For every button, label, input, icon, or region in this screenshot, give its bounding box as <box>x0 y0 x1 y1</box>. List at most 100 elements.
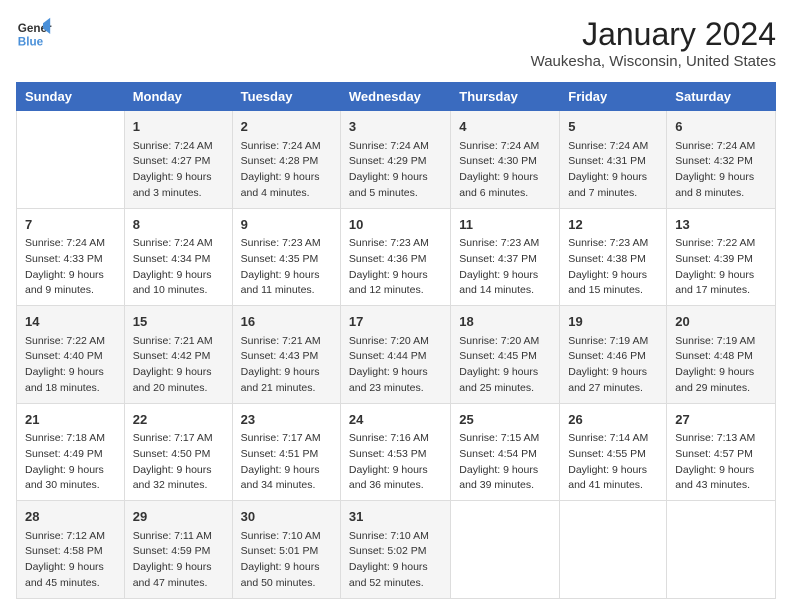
cell-content: Sunrise: 7:21 AM Sunset: 4:43 PM Dayligh… <box>241 334 332 397</box>
cell-content: Sunrise: 7:10 AM Sunset: 5:01 PM Dayligh… <box>241 529 332 592</box>
cell-content: Sunrise: 7:18 AM Sunset: 4:49 PM Dayligh… <box>25 431 116 494</box>
header-tuesday: Tuesday <box>232 83 340 111</box>
cell-content: Sunrise: 7:13 AM Sunset: 4:57 PM Dayligh… <box>675 431 767 494</box>
cell-content: Sunrise: 7:20 AM Sunset: 4:44 PM Dayligh… <box>349 334 442 397</box>
cell-content: Sunrise: 7:23 AM Sunset: 4:37 PM Dayligh… <box>459 236 551 299</box>
calendar-cell: 9Sunrise: 7:23 AM Sunset: 4:35 PM Daylig… <box>232 208 340 306</box>
logo-icon: General Blue <box>16 16 52 52</box>
day-number: 8 <box>133 215 224 235</box>
cell-content: Sunrise: 7:14 AM Sunset: 4:55 PM Dayligh… <box>568 431 658 494</box>
cell-content: Sunrise: 7:19 AM Sunset: 4:48 PM Dayligh… <box>675 334 767 397</box>
calendar-cell: 21Sunrise: 7:18 AM Sunset: 4:49 PM Dayli… <box>17 403 125 501</box>
day-number: 31 <box>349 507 442 527</box>
cell-content: Sunrise: 7:11 AM Sunset: 4:59 PM Dayligh… <box>133 529 224 592</box>
header-saturday: Saturday <box>667 83 776 111</box>
calendar-cell: 1Sunrise: 7:24 AM Sunset: 4:27 PM Daylig… <box>124 111 232 209</box>
calendar-cell: 28Sunrise: 7:12 AM Sunset: 4:58 PM Dayli… <box>17 501 125 599</box>
calendar-cell: 27Sunrise: 7:13 AM Sunset: 4:57 PM Dayli… <box>667 403 776 501</box>
day-number: 22 <box>133 410 224 430</box>
calendar-cell <box>451 501 560 599</box>
day-number: 9 <box>241 215 332 235</box>
calendar-cell <box>17 111 125 209</box>
day-number: 28 <box>25 507 116 527</box>
calendar-table: SundayMondayTuesdayWednesdayThursdayFrid… <box>16 82 776 599</box>
day-number: 1 <box>133 117 224 137</box>
day-number: 20 <box>675 312 767 332</box>
calendar-week-row: 21Sunrise: 7:18 AM Sunset: 4:49 PM Dayli… <box>17 403 776 501</box>
day-number: 10 <box>349 215 442 235</box>
day-number: 6 <box>675 117 767 137</box>
calendar-cell: 31Sunrise: 7:10 AM Sunset: 5:02 PM Dayli… <box>340 501 450 599</box>
cell-content: Sunrise: 7:24 AM Sunset: 4:34 PM Dayligh… <box>133 236 224 299</box>
calendar-cell: 22Sunrise: 7:17 AM Sunset: 4:50 PM Dayli… <box>124 403 232 501</box>
cell-content: Sunrise: 7:15 AM Sunset: 4:54 PM Dayligh… <box>459 431 551 494</box>
calendar-week-row: 28Sunrise: 7:12 AM Sunset: 4:58 PM Dayli… <box>17 501 776 599</box>
day-number: 23 <box>241 410 332 430</box>
cell-content: Sunrise: 7:22 AM Sunset: 4:39 PM Dayligh… <box>675 236 767 299</box>
cell-content: Sunrise: 7:24 AM Sunset: 4:27 PM Dayligh… <box>133 139 224 202</box>
day-number: 27 <box>675 410 767 430</box>
cell-content: Sunrise: 7:12 AM Sunset: 4:58 PM Dayligh… <box>25 529 116 592</box>
calendar-cell: 25Sunrise: 7:15 AM Sunset: 4:54 PM Dayli… <box>451 403 560 501</box>
day-number: 16 <box>241 312 332 332</box>
calendar-cell: 4Sunrise: 7:24 AM Sunset: 4:30 PM Daylig… <box>451 111 560 209</box>
day-number: 7 <box>25 215 116 235</box>
cell-content: Sunrise: 7:23 AM Sunset: 4:38 PM Dayligh… <box>568 236 658 299</box>
day-number: 5 <box>568 117 658 137</box>
cell-content: Sunrise: 7:24 AM Sunset: 4:31 PM Dayligh… <box>568 139 658 202</box>
svg-text:Blue: Blue <box>18 36 44 49</box>
cell-content: Sunrise: 7:24 AM Sunset: 4:33 PM Dayligh… <box>25 236 116 299</box>
day-number: 2 <box>241 117 332 137</box>
calendar-cell: 16Sunrise: 7:21 AM Sunset: 4:43 PM Dayli… <box>232 306 340 404</box>
day-number: 13 <box>675 215 767 235</box>
day-number: 14 <box>25 312 116 332</box>
cell-content: Sunrise: 7:24 AM Sunset: 4:32 PM Dayligh… <box>675 139 767 202</box>
calendar-cell: 20Sunrise: 7:19 AM Sunset: 4:48 PM Dayli… <box>667 306 776 404</box>
calendar-title: January 2024 <box>531 16 776 53</box>
day-number: 18 <box>459 312 551 332</box>
calendar-cell <box>560 501 667 599</box>
cell-content: Sunrise: 7:19 AM Sunset: 4:46 PM Dayligh… <box>568 334 658 397</box>
calendar-cell: 19Sunrise: 7:19 AM Sunset: 4:46 PM Dayli… <box>560 306 667 404</box>
cell-content: Sunrise: 7:17 AM Sunset: 4:50 PM Dayligh… <box>133 431 224 494</box>
cell-content: Sunrise: 7:21 AM Sunset: 4:42 PM Dayligh… <box>133 334 224 397</box>
title-block: January 2024 Waukesha, Wisconsin, United… <box>531 16 776 70</box>
day-number: 30 <box>241 507 332 527</box>
calendar-cell: 17Sunrise: 7:20 AM Sunset: 4:44 PM Dayli… <box>340 306 450 404</box>
calendar-cell: 3Sunrise: 7:24 AM Sunset: 4:29 PM Daylig… <box>340 111 450 209</box>
day-number: 15 <box>133 312 224 332</box>
calendar-cell: 24Sunrise: 7:16 AM Sunset: 4:53 PM Dayli… <box>340 403 450 501</box>
calendar-cell: 29Sunrise: 7:11 AM Sunset: 4:59 PM Dayli… <box>124 501 232 599</box>
cell-content: Sunrise: 7:16 AM Sunset: 4:53 PM Dayligh… <box>349 431 442 494</box>
cell-content: Sunrise: 7:17 AM Sunset: 4:51 PM Dayligh… <box>241 431 332 494</box>
header-monday: Monday <box>124 83 232 111</box>
day-number: 25 <box>459 410 551 430</box>
calendar-cell: 7Sunrise: 7:24 AM Sunset: 4:33 PM Daylig… <box>17 208 125 306</box>
calendar-cell: 26Sunrise: 7:14 AM Sunset: 4:55 PM Dayli… <box>560 403 667 501</box>
day-number: 29 <box>133 507 224 527</box>
cell-content: Sunrise: 7:24 AM Sunset: 4:29 PM Dayligh… <box>349 139 442 202</box>
calendar-cell: 6Sunrise: 7:24 AM Sunset: 4:32 PM Daylig… <box>667 111 776 209</box>
header-friday: Friday <box>560 83 667 111</box>
day-number: 24 <box>349 410 442 430</box>
calendar-cell: 15Sunrise: 7:21 AM Sunset: 4:42 PM Dayli… <box>124 306 232 404</box>
header-sunday: Sunday <box>17 83 125 111</box>
calendar-cell: 10Sunrise: 7:23 AM Sunset: 4:36 PM Dayli… <box>340 208 450 306</box>
calendar-cell: 8Sunrise: 7:24 AM Sunset: 4:34 PM Daylig… <box>124 208 232 306</box>
calendar-cell: 12Sunrise: 7:23 AM Sunset: 4:38 PM Dayli… <box>560 208 667 306</box>
cell-content: Sunrise: 7:10 AM Sunset: 5:02 PM Dayligh… <box>349 529 442 592</box>
day-number: 17 <box>349 312 442 332</box>
day-number: 4 <box>459 117 551 137</box>
cell-content: Sunrise: 7:24 AM Sunset: 4:30 PM Dayligh… <box>459 139 551 202</box>
day-number: 11 <box>459 215 551 235</box>
calendar-cell: 23Sunrise: 7:17 AM Sunset: 4:51 PM Dayli… <box>232 403 340 501</box>
cell-content: Sunrise: 7:23 AM Sunset: 4:35 PM Dayligh… <box>241 236 332 299</box>
day-number: 19 <box>568 312 658 332</box>
cell-content: Sunrise: 7:24 AM Sunset: 4:28 PM Dayligh… <box>241 139 332 202</box>
calendar-week-row: 7Sunrise: 7:24 AM Sunset: 4:33 PM Daylig… <box>17 208 776 306</box>
day-number: 12 <box>568 215 658 235</box>
page-header: General Blue January 2024 Waukesha, Wisc… <box>16 16 776 70</box>
calendar-cell: 2Sunrise: 7:24 AM Sunset: 4:28 PM Daylig… <box>232 111 340 209</box>
logo: General Blue <box>16 16 52 52</box>
header-wednesday: Wednesday <box>340 83 450 111</box>
